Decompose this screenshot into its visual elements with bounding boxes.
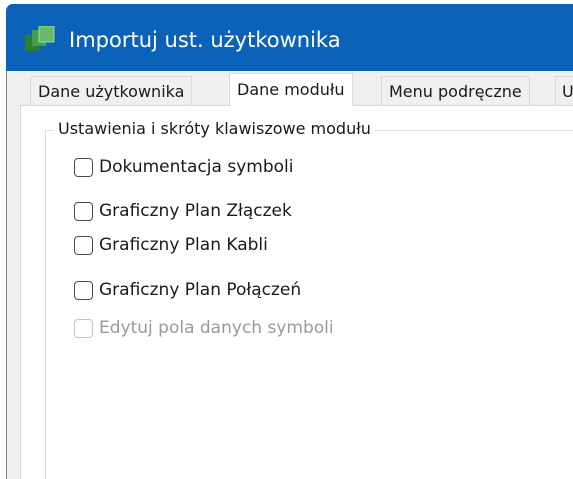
- checkbox-label: Dokumentacja symboli: [99, 157, 294, 177]
- checkbox-label: Graficzny Plan Kabli: [99, 235, 268, 255]
- app-icon: [25, 26, 55, 51]
- checkbox-edytuj-pola-danych-symboli: Edytuj pola danych symboli: [74, 315, 334, 341]
- checkbox-label: Edytuj pola danych symboli: [99, 318, 334, 338]
- checkbox-box[interactable]: [74, 235, 93, 255]
- checkbox-box[interactable]: [74, 280, 93, 300]
- checkbox-label: Graficzny Plan Połączeń: [99, 280, 302, 300]
- tab-dane-modulu[interactable]: Dane modułu: [229, 73, 353, 106]
- settings-groupbox: [45, 130, 573, 479]
- dialog-window: Importuj ust. użytkownika Dane użytkowni…: [0, 0, 573, 479]
- checkbox-graficzny-plan-zlaczek[interactable]: Graficzny Plan Złączek: [74, 198, 292, 224]
- checkbox-graficzny-plan-kabli[interactable]: Graficzny Plan Kabli: [74, 232, 268, 258]
- tab-partial[interactable]: U: [555, 76, 573, 105]
- group-title: Ustawienia i skróty klawiszowe modułu: [54, 118, 375, 140]
- checkbox-box[interactable]: [74, 201, 93, 221]
- tab-dane-uzytkownika[interactable]: Dane użytkownika: [30, 76, 193, 105]
- checkbox-graficzny-plan-polaczen[interactable]: Graficzny Plan Połączeń: [74, 277, 301, 303]
- tab-menu-podreczne[interactable]: Menu podręczne: [381, 76, 530, 105]
- checkbox-box: [74, 318, 93, 338]
- checkbox-label: Graficzny Plan Złączek: [99, 201, 292, 221]
- checkbox-dokumentacja-symboli[interactable]: Dokumentacja symboli: [74, 154, 293, 180]
- window-title: Importuj ust. użytkownika: [69, 28, 341, 52]
- checkbox-box[interactable]: [74, 157, 93, 177]
